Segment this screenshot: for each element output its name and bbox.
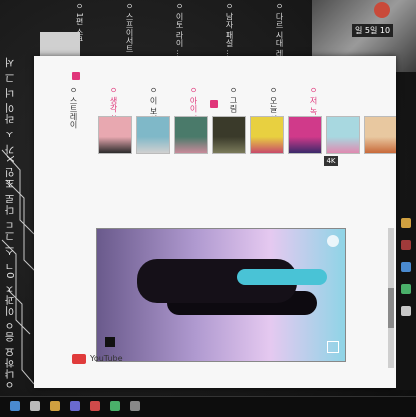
- search-icon[interactable]: [30, 401, 40, 411]
- settings-icon[interactable]: [327, 235, 339, 247]
- start-icon[interactable]: [10, 401, 20, 411]
- side-caption: ㅇ냐하요 음ㅇ 이과ㅈ 0ㄱ 스 그ㄷ 다로 조인 X가 ㅅ 라이 너 그 서: [6, 56, 17, 390]
- fullscreen-icon[interactable]: [327, 341, 339, 353]
- taskbar: [0, 396, 416, 417]
- logo-text: YouTube: [90, 354, 123, 363]
- video-thumbnail[interactable]: [174, 116, 208, 154]
- video-thumbnail[interactable]: [98, 116, 132, 154]
- notification-icon[interactable]: [401, 284, 411, 294]
- scrollbar[interactable]: [388, 228, 394, 368]
- volume-icon[interactable]: [401, 240, 411, 250]
- video-thumbnail[interactable]: [326, 116, 360, 154]
- folder-icon[interactable]: [70, 401, 80, 411]
- video-thumbnail[interactable]: [364, 116, 396, 154]
- avatar: [374, 2, 390, 18]
- system-tray: [396, 210, 416, 390]
- media-icon[interactable]: [90, 401, 100, 411]
- video-thumbnail[interactable]: [288, 116, 322, 154]
- settings-icon[interactable]: [130, 401, 140, 411]
- network-icon[interactable]: [401, 218, 411, 228]
- video-frame-shape: [237, 269, 327, 285]
- top-bookmark-strip: ㅇ 1편 스쿠 ... ㅇ 스프이서트 ㅇ 이토 라이 ... ㅇ 남자 패설 …: [54, 0, 314, 66]
- thumbnail-row: [98, 116, 396, 154]
- video-thumbnail[interactable]: [250, 116, 284, 154]
- clock-icon[interactable]: [401, 306, 411, 316]
- video-player[interactable]: [96, 228, 346, 362]
- video-thumbnail[interactable]: [136, 116, 170, 154]
- browser-icon[interactable]: [50, 401, 60, 411]
- bookmark-item[interactable]: ㅇ 이토 라이 ...: [174, 2, 185, 57]
- browser-window: ㅇ 스트레이 ㅇ 생각 합니 ㅇ 이 보이 전 ㅇ 아이 저 소 ㅇ 그림 ㅇ …: [34, 56, 396, 388]
- scrollbar-thumb[interactable]: [388, 288, 394, 328]
- menu-item[interactable]: ㅇ 스트레이: [68, 86, 79, 129]
- tag-chip: [210, 100, 218, 108]
- youtube-logo-icon[interactable]: [72, 354, 86, 364]
- battery-icon[interactable]: [401, 262, 411, 272]
- thumbnail-caption: 일 5일 10: [352, 24, 394, 37]
- bookmark-item[interactable]: ㅇ 남자 패설 ...: [224, 2, 235, 57]
- tag-chip: [72, 72, 80, 80]
- bookmark-item[interactable]: ㅇ 스프이서트: [124, 2, 135, 53]
- play-icon[interactable]: [105, 337, 115, 347]
- quality-badge: 4K: [324, 156, 338, 166]
- chat-icon[interactable]: [110, 401, 120, 411]
- video-thumbnail[interactable]: [212, 116, 246, 154]
